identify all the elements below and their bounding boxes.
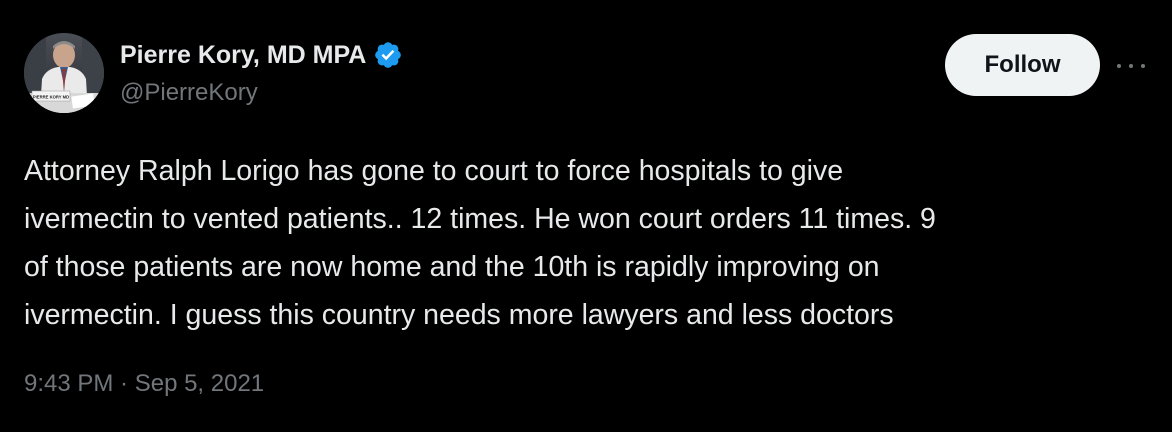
follow-button[interactable]: Follow [945, 34, 1100, 96]
verified-badge-icon[interactable] [373, 40, 403, 70]
tweet-text-line: ivermectin to vented patients.. 12 times… [24, 203, 936, 235]
tweet-text: Attorney Ralph Lorigo has gone to court … [24, 147, 1144, 339]
tweet-text-line: of those patients are now home and the 1… [24, 251, 880, 283]
tweet-card: PIERRE KORY MD Pierre Kory, MD MPA @Pier… [0, 0, 1172, 432]
author-handle[interactable]: @PierreKory [120, 79, 258, 107]
more-horizontal-icon[interactable] [1117, 56, 1145, 76]
avatar-placard-text: PIERRE KORY MD [33, 95, 69, 100]
tweet-text-line: ivermectin. I guess this country needs m… [24, 299, 894, 331]
author-name-row: Pierre Kory, MD MPA [120, 38, 403, 72]
avatar[interactable]: PIERRE KORY MD [24, 33, 104, 113]
display-name[interactable]: Pierre Kory, MD MPA [120, 41, 366, 70]
tweet-text-line: Attorney Ralph Lorigo has gone to court … [24, 155, 844, 187]
tweet-timestamp[interactable]: 9:43 PM · Sep 5, 2021 [24, 370, 264, 398]
avatar-photo: PIERRE KORY MD [24, 33, 104, 113]
